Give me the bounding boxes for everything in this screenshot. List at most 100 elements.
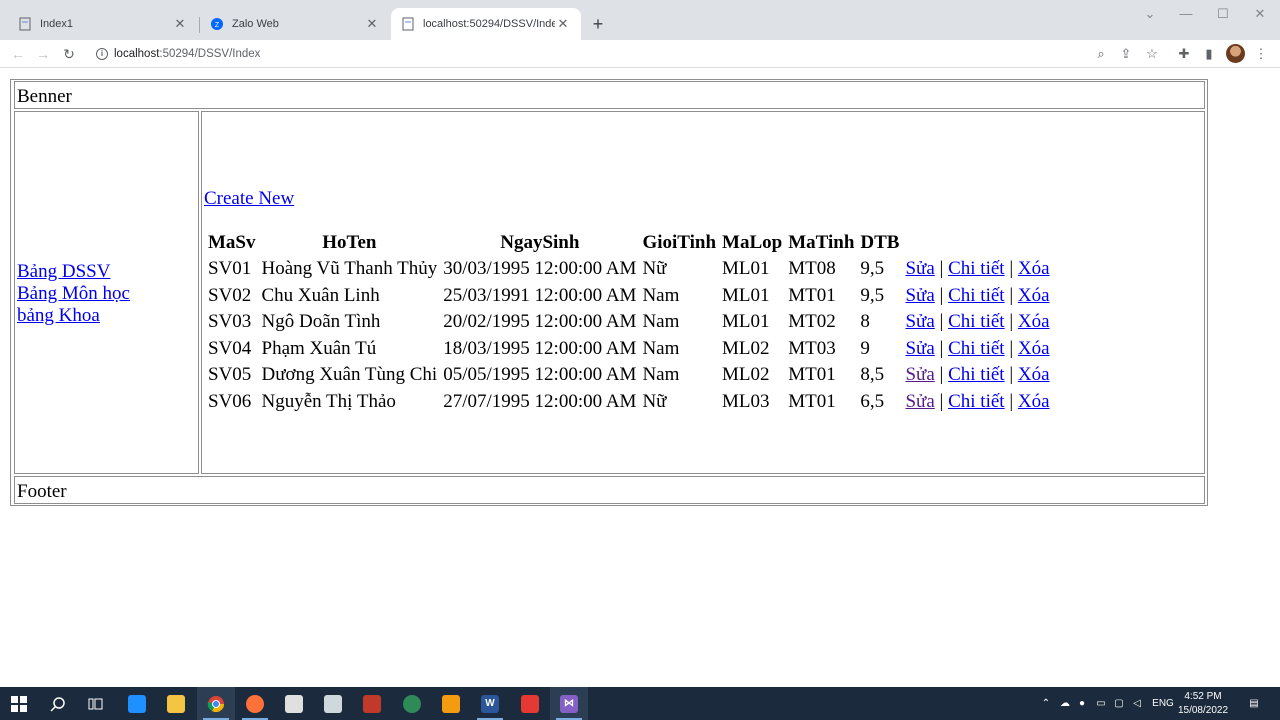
taskbar-app-firefox[interactable] <box>236 687 274 720</box>
cell-masv: SV04 <box>208 337 252 359</box>
cell-masv: SV06 <box>208 390 252 412</box>
close-window-button[interactable]: ✕ <box>1250 6 1270 22</box>
table-row: SV04 Phạm Xuân Tú 18/03/1995 12:00:00 AM Na… <box>206 337 1052 362</box>
header-malop: MaLop <box>722 232 783 253</box>
cell-hoten: Nguyễn Thị Thảo <box>261 390 396 412</box>
cell-matinh: MT02 <box>788 311 836 333</box>
delete-link[interactable]: Xóa <box>1018 285 1050 306</box>
taskbar-app-generic5[interactable] <box>511 687 549 720</box>
delete-link[interactable]: Xóa <box>1018 364 1050 385</box>
tab-zalo[interactable]: Z Zalo Web ✕ <box>200 8 390 40</box>
edit-link[interactable]: Sửa <box>905 391 934 412</box>
taskbar-app-generic4[interactable] <box>432 687 470 720</box>
site-info-icon[interactable]: i <box>96 48 108 60</box>
edit-link[interactable]: Sửa <box>905 258 934 279</box>
close-icon[interactable]: ✕ <box>364 16 380 32</box>
delete-link[interactable]: Xóa <box>1018 311 1050 332</box>
action-separator: | <box>1009 337 1014 359</box>
edit-link[interactable]: Sửa <box>905 311 934 332</box>
taskbar-app-visual-studio[interactable]: ⋈ <box>550 687 588 720</box>
taskbar-app-generic1[interactable] <box>275 687 313 720</box>
sidebar-link-monhoc[interactable]: Bảng Môn học <box>17 283 198 305</box>
volume-icon[interactable]: ◁ <box>1128 687 1146 720</box>
windows-icon <box>11 695 27 712</box>
cell-dtb: 8 <box>860 311 870 333</box>
cell-ngaysinh: 27/07/1995 12:00:00 AM <box>443 390 637 412</box>
taskbar-app-desktop[interactable] <box>118 687 156 720</box>
cell-dtb: 9,5 <box>860 258 885 280</box>
side-panel-icon[interactable]: ▮ <box>1200 45 1218 63</box>
action-separator: | <box>1009 390 1014 412</box>
notification-icon[interactable]: ▤ <box>1243 687 1265 720</box>
page-icon <box>18 17 32 31</box>
cell-malop: ML01 <box>722 311 770 333</box>
clock[interactable]: 4:52 PM 15/08/2022 <box>1172 690 1234 718</box>
bookmark-star-icon[interactable]: ☆ <box>1143 45 1161 63</box>
cell-malop: ML02 <box>722 364 770 386</box>
maximize-button[interactable]: ☐ <box>1213 6 1233 22</box>
taskbar-app-explorer[interactable] <box>157 687 195 720</box>
details-link[interactable]: Chi tiết <box>948 364 1004 385</box>
taskbar-app-generic3[interactable] <box>353 687 391 720</box>
web-page: Benner Bảng DSSV Bảng Môn học bảng Khoa … <box>0 69 1280 687</box>
reload-button[interactable]: ↻ <box>60 45 78 63</box>
profile-avatar[interactable] <box>1226 44 1245 63</box>
taskbar-app-edge[interactable] <box>393 687 431 720</box>
menu-icon[interactable]: ⋮ <box>1252 45 1270 63</box>
cell-matinh: MT01 <box>788 390 836 412</box>
cell-matinh: MT08 <box>788 258 836 280</box>
network-icon[interactable]: ▢ <box>1110 687 1128 720</box>
address-bar[interactable]: i localhost :50294/DSSV/Index <box>88 43 1170 65</box>
cell-masv: SV03 <box>208 311 252 333</box>
sidebar-link-dssv[interactable]: Bảng DSSV <box>17 261 198 283</box>
clock-date: 15/08/2022 <box>1177 705 1229 716</box>
minimize-button[interactable]: — <box>1176 6 1196 21</box>
taskbar-app-word[interactable]: W <box>471 687 509 720</box>
edit-link[interactable]: Sửa <box>905 338 934 359</box>
tab-index1[interactable]: Index1 ✕ <box>8 8 198 40</box>
header-matinh: MaTinh <box>788 232 855 253</box>
search-button[interactable] <box>39 687 77 720</box>
cell-gioitinh: Nam <box>642 284 680 306</box>
zoom-icon[interactable]: ⌕ <box>1092 45 1110 63</box>
details-link[interactable]: Chi tiết <box>948 311 1004 332</box>
tray-overflow-icon[interactable]: ⌃ <box>1038 687 1054 720</box>
new-tab-button[interactable]: + <box>589 15 607 33</box>
edit-link[interactable]: Sửa <box>905 364 934 385</box>
app-icon <box>521 694 539 713</box>
taskbar-app-generic2[interactable] <box>314 687 352 720</box>
tab-dssv-index[interactable]: localhost:50294/DSSV/Index ✕ <box>391 8 581 40</box>
delete-link[interactable]: Xóa <box>1018 391 1050 412</box>
tab-search-icon[interactable]: ⌄ <box>1140 6 1160 22</box>
close-icon[interactable]: ✕ <box>555 16 571 32</box>
cell-dtb: 6,5 <box>860 390 885 412</box>
cell-malop: ML01 <box>722 284 770 306</box>
details-link[interactable]: Chi tiết <box>948 338 1004 359</box>
onedrive-icon[interactable]: ☁ <box>1056 687 1074 720</box>
details-link[interactable]: Chi tiết <box>948 391 1004 412</box>
monitor-icon <box>128 694 146 713</box>
microphone-icon[interactable]: ● <box>1074 687 1090 720</box>
taskbar-app-chrome[interactable] <box>197 687 235 720</box>
details-link[interactable]: Chi tiết <box>948 285 1004 306</box>
cell-gioitinh: Nam <box>642 337 680 359</box>
cell-hoten: Phạm Xuân Tú <box>261 337 377 359</box>
create-new-link[interactable]: Create New <box>204 188 294 210</box>
share-icon[interactable]: ⇪ <box>1117 45 1135 63</box>
edit-link[interactable]: Sửa <box>905 285 934 306</box>
details-link[interactable]: Chi tiết <box>948 258 1004 279</box>
extensions-icon[interactable]: ✚ <box>1175 45 1193 63</box>
app-icon <box>324 694 342 713</box>
cell-hoten: Hoàng Vũ Thanh Thủy <box>261 258 438 280</box>
delete-link[interactable]: Xóa <box>1018 338 1050 359</box>
sidebar-link-khoa[interactable]: bảng Khoa <box>17 305 198 327</box>
back-button[interactable]: ← <box>9 45 27 63</box>
forward-button[interactable]: → <box>34 45 52 63</box>
header-gioitinh: GioiTinh <box>642 232 717 253</box>
start-button[interactable] <box>0 687 38 720</box>
task-view-button[interactable] <box>77 687 115 720</box>
delete-link[interactable]: Xóa <box>1018 258 1050 279</box>
cell-hoten: Chu Xuân Linh <box>261 284 380 306</box>
close-icon[interactable]: ✕ <box>172 16 188 32</box>
battery-icon[interactable]: ▭ <box>1092 687 1110 720</box>
